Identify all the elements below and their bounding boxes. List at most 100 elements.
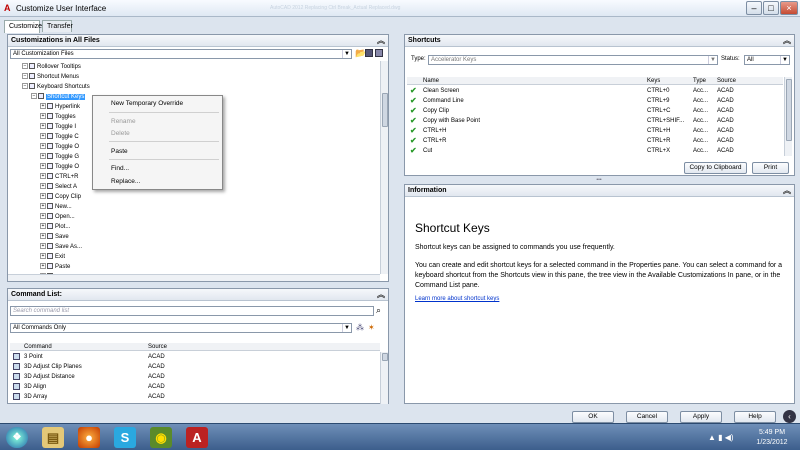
shortcut-type-select[interactable]: Accelerator Keys ▼ xyxy=(428,55,718,65)
cancel-button[interactable]: Cancel xyxy=(626,411,668,423)
open-file-icon[interactable]: 📂 xyxy=(355,48,366,58)
ok-button[interactable]: OK xyxy=(572,411,614,423)
menu-item-rename[interactable]: Rename xyxy=(111,118,136,126)
tree-item[interactable]: + New... xyxy=(40,203,72,211)
expand-toggle-icon[interactable]: + xyxy=(40,123,46,130)
clock-time[interactable]: 5:49 PM xyxy=(752,429,792,436)
tree-item[interactable]: + Plot... xyxy=(40,223,70,231)
table-row[interactable]: 3D Adjust Clip Planes ACAD xyxy=(10,362,380,372)
expand-toggle-icon[interactable]: + xyxy=(40,193,46,200)
table-row[interactable]: ✔ CTRL+H CTRL+H Acc... ACAD xyxy=(407,126,783,136)
collapse-chevron-icon[interactable]: ︽ xyxy=(783,35,791,47)
tree-item[interactable]: + Toggle O xyxy=(40,143,79,151)
firefox-icon[interactable]: ● xyxy=(78,427,100,448)
table-row[interactable]: ✔ Clean Screen CTRL+0 Acc... ACAD xyxy=(407,86,783,96)
learn-more-link[interactable]: Learn more about shortcut keys xyxy=(415,295,499,303)
expand-toggle-icon[interactable]: + xyxy=(40,103,46,110)
splitter-grip[interactable]: ••• xyxy=(592,178,606,183)
tree-vertical-scrollbar[interactable] xyxy=(380,61,388,274)
menu-item-find[interactable]: Find... xyxy=(111,165,129,173)
tree-item[interactable]: + Hyperlink xyxy=(40,103,80,111)
tree-horizontal-scrollbar[interactable] xyxy=(8,274,380,281)
file-explorer-icon[interactable]: ▤ xyxy=(42,427,64,448)
menu-item-new-temporary-override[interactable]: New Temporary Override xyxy=(111,100,183,108)
column-source[interactable]: Source xyxy=(148,343,167,351)
expand-toggle-icon[interactable]: + xyxy=(40,203,46,210)
collapse-chevron-icon[interactable]: ︽ xyxy=(377,35,385,47)
autocad-taskbar-icon[interactable]: A xyxy=(186,427,208,448)
tree-item[interactable]: + Exit xyxy=(40,253,65,261)
tree-item[interactable]: + Toggle O xyxy=(40,163,79,171)
expand-toggle-icon[interactable]: + xyxy=(40,213,46,220)
status-select[interactable]: All ▼ xyxy=(744,55,790,65)
search-icon[interactable]: ⌕ xyxy=(376,305,381,315)
column-command[interactable]: Command xyxy=(24,343,52,351)
tree-item[interactable]: + Copy Clip xyxy=(40,193,81,201)
tree-item[interactable]: + Open... xyxy=(40,213,75,221)
save-as-icon[interactable] xyxy=(375,49,383,57)
camtasia-icon[interactable]: ◉ xyxy=(150,427,172,448)
table-row[interactable]: 3D Adjust Distance ACAD xyxy=(10,372,380,382)
collapse-panels-icon[interactable]: ‹ xyxy=(783,410,796,423)
column-name[interactable]: Name xyxy=(423,77,439,85)
table-row[interactable]: ✔ CTRL+R CTRL+R Acc... ACAD xyxy=(407,136,783,146)
expand-toggle-icon[interactable]: + xyxy=(40,153,46,160)
expand-toggle-icon[interactable]: + xyxy=(40,243,46,250)
tree-scroll-thumb[interactable] xyxy=(382,93,388,127)
expand-toggle-icon[interactable]: + xyxy=(40,263,46,270)
table-row[interactable]: ✔ Command Line CTRL+9 Acc... ACAD xyxy=(407,96,783,106)
tree-item[interactable]: − Shortcut Keys xyxy=(31,93,86,101)
close-button[interactable]: × xyxy=(780,1,798,15)
find-command-icon[interactable]: ⁂ xyxy=(356,323,364,333)
collapse-chevron-icon[interactable]: ︽ xyxy=(377,289,385,301)
tree-item[interactable]: − Keyboard Shortcuts xyxy=(22,83,90,91)
expand-toggle-icon[interactable]: + xyxy=(40,183,46,190)
tree-item[interactable]: + CTRL+R xyxy=(40,173,79,181)
menu-item-paste[interactable]: Paste xyxy=(111,148,128,156)
shortcuts-scroll-thumb[interactable] xyxy=(786,79,792,141)
new-command-icon[interactable]: ✶ xyxy=(368,323,375,333)
save-icon[interactable] xyxy=(365,49,373,57)
expand-toggle-icon[interactable]: + xyxy=(40,223,46,230)
expand-toggle-icon[interactable]: + xyxy=(40,253,46,260)
table-row[interactable]: ✔ Copy with Base Point CTRL+SHIF... Acc... A… xyxy=(407,116,783,126)
tree-item[interactable]: + Save As... xyxy=(40,243,82,251)
expand-toggle-icon[interactable]: + xyxy=(40,233,46,240)
skype-icon[interactable]: S xyxy=(114,427,136,448)
command-list-scrollbar[interactable] xyxy=(380,352,388,404)
help-button[interactable]: Help xyxy=(734,411,776,423)
copy-to-clipboard-button[interactable]: Copy to Clipboard xyxy=(684,162,747,174)
shortcuts-scrollbar[interactable] xyxy=(784,77,792,156)
tree-item[interactable]: + Toggle I xyxy=(40,123,76,131)
clock-date[interactable]: 1/23/2012 xyxy=(752,439,792,446)
expand-toggle-icon[interactable]: + xyxy=(40,113,46,120)
table-row[interactable]: 3D Align ACAD xyxy=(10,382,380,392)
command-filter-select[interactable]: All Commands Only ▼ xyxy=(10,323,352,333)
maximize-button[interactable]: □ xyxy=(763,1,779,15)
tree-item[interactable]: + Paste xyxy=(40,263,70,271)
expand-toggle-icon[interactable]: − xyxy=(22,63,28,70)
tab-customize[interactable]: Customize xyxy=(4,20,42,33)
expand-toggle-icon[interactable]: + xyxy=(40,133,46,140)
expand-toggle-icon[interactable]: − xyxy=(22,83,28,90)
expand-toggle-icon[interactable]: + xyxy=(40,143,46,150)
tree-item[interactable]: + Toggle C xyxy=(40,133,79,141)
expand-toggle-icon[interactable]: + xyxy=(40,163,46,170)
tab-transfer[interactable]: Transfer xyxy=(42,20,73,32)
tree-item[interactable]: + Select A xyxy=(40,183,77,191)
print-button[interactable]: Print xyxy=(752,162,789,174)
tree-item[interactable]: + Save xyxy=(40,233,69,241)
menu-item-replace[interactable]: Replace... xyxy=(111,178,140,186)
table-row[interactable]: 3D Array ACAD xyxy=(10,392,380,402)
tray-icons[interactable]: ▲ ▮ ◀) xyxy=(708,433,734,442)
column-type[interactable]: Type xyxy=(693,77,706,85)
column-source[interactable]: Source xyxy=(717,77,736,85)
minimize-button[interactable]: – xyxy=(746,1,762,15)
menu-item-delete[interactable]: Delete xyxy=(111,130,130,138)
table-row[interactable]: ✔ Cut CTRL+X Acc... ACAD xyxy=(407,146,783,156)
command-search-input[interactable]: Search command list xyxy=(10,306,374,316)
tree-item[interactable]: + Toggle G xyxy=(40,153,79,161)
table-row[interactable]: 3 Point ACAD xyxy=(10,352,380,362)
customization-file-select[interactable]: All Customization Files ▼ xyxy=(10,49,352,59)
expand-toggle-icon[interactable]: + xyxy=(40,173,46,180)
